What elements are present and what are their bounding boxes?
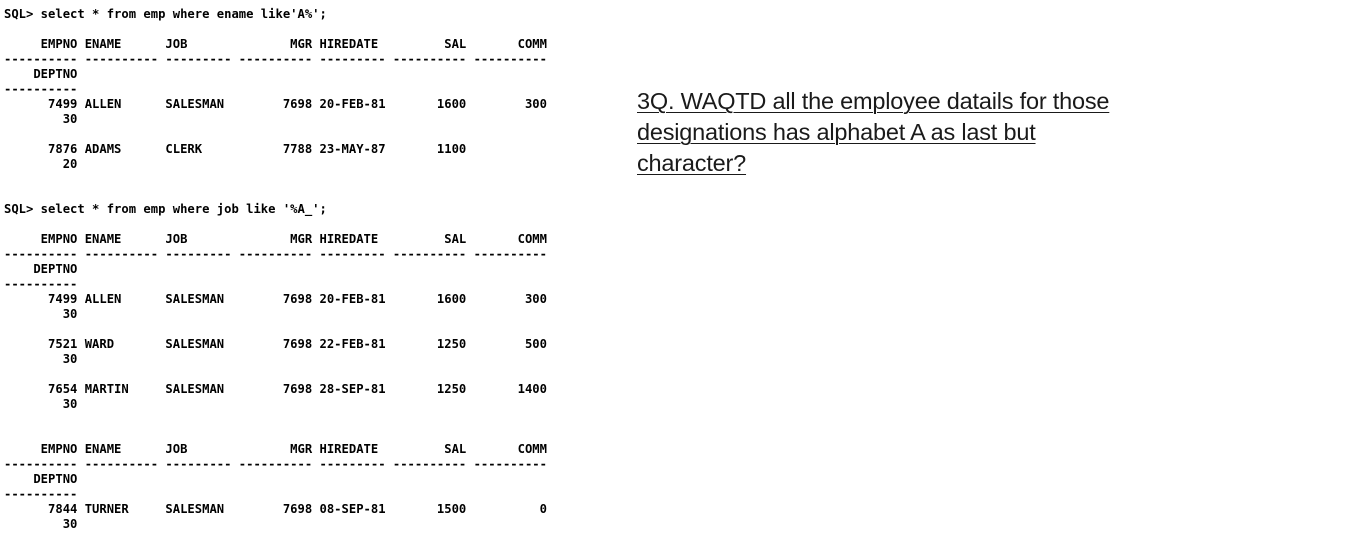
question-text: 3Q. WAQTD all the employee datails for t… xyxy=(637,86,1197,179)
sql-terminal-output: SQL> select * from emp where ename like'… xyxy=(4,0,624,553)
terminal-line-column-header: EMPNO ENAME JOB MGR HIREDATE SAL COMM xyxy=(4,232,547,246)
terminal-line-result-row: 7844 TURNER SALESMAN 7698 08-SEP-81 1500… xyxy=(4,502,547,516)
terminal-line-column-header: DEPTNO xyxy=(4,67,78,81)
question-line: designations has alphabet A as last but xyxy=(637,119,1036,145)
terminal-line-result-row: 7521 WARD SALESMAN 7698 22-FEB-81 1250 5… xyxy=(4,337,547,351)
terminal-line-column-header: EMPNO ENAME JOB MGR HIREDATE SAL COMM xyxy=(4,37,547,51)
terminal-line-column-underline: ---------- xyxy=(4,82,78,96)
question-line: character? xyxy=(637,150,747,176)
terminal-line-result-row: 30 xyxy=(4,352,78,366)
terminal-line-column-underline: ---------- xyxy=(4,277,78,291)
terminal-line-result-row: 7876 ADAMS CLERK 7788 23-MAY-87 1100 xyxy=(4,142,467,156)
question-line: 3Q. WAQTD all the employee datails for t… xyxy=(637,88,1110,114)
terminal-line-column-underline: ---------- ---------- --------- --------… xyxy=(4,457,547,471)
terminal-line-result-row: 30 xyxy=(4,517,78,531)
terminal-line-result-row: 30 xyxy=(4,307,78,321)
terminal-line-column-header: DEPTNO xyxy=(4,262,78,276)
terminal-line-result-row: 20 xyxy=(4,157,78,171)
terminal-line-column-header: EMPNO ENAME JOB MGR HIREDATE SAL COMM xyxy=(4,442,547,456)
terminal-line-result-row: 7499 ALLEN SALESMAN 7698 20-FEB-81 1600 … xyxy=(4,97,547,111)
terminal-line-column-underline: ---------- ---------- --------- --------… xyxy=(4,52,547,66)
terminal-line-column-underline: ---------- xyxy=(4,487,78,501)
terminal-line-column-underline: ---------- ---------- --------- --------… xyxy=(4,247,547,261)
terminal-line-result-row: 30 xyxy=(4,112,78,126)
terminal-line-sql-prompt: SQL> select * from emp where job like '%… xyxy=(4,202,327,216)
terminal-line-result-row: 7499 ALLEN SALESMAN 7698 20-FEB-81 1600 … xyxy=(4,292,547,306)
terminal-line-sql-prompt: SQL> select * from emp where ename like'… xyxy=(4,7,327,21)
terminal-line-result-row: 7654 MARTIN SALESMAN 7698 28-SEP-81 1250… xyxy=(4,382,547,396)
terminal-line-result-row: 30 xyxy=(4,397,78,411)
terminal-line-column-header: DEPTNO xyxy=(4,472,78,486)
